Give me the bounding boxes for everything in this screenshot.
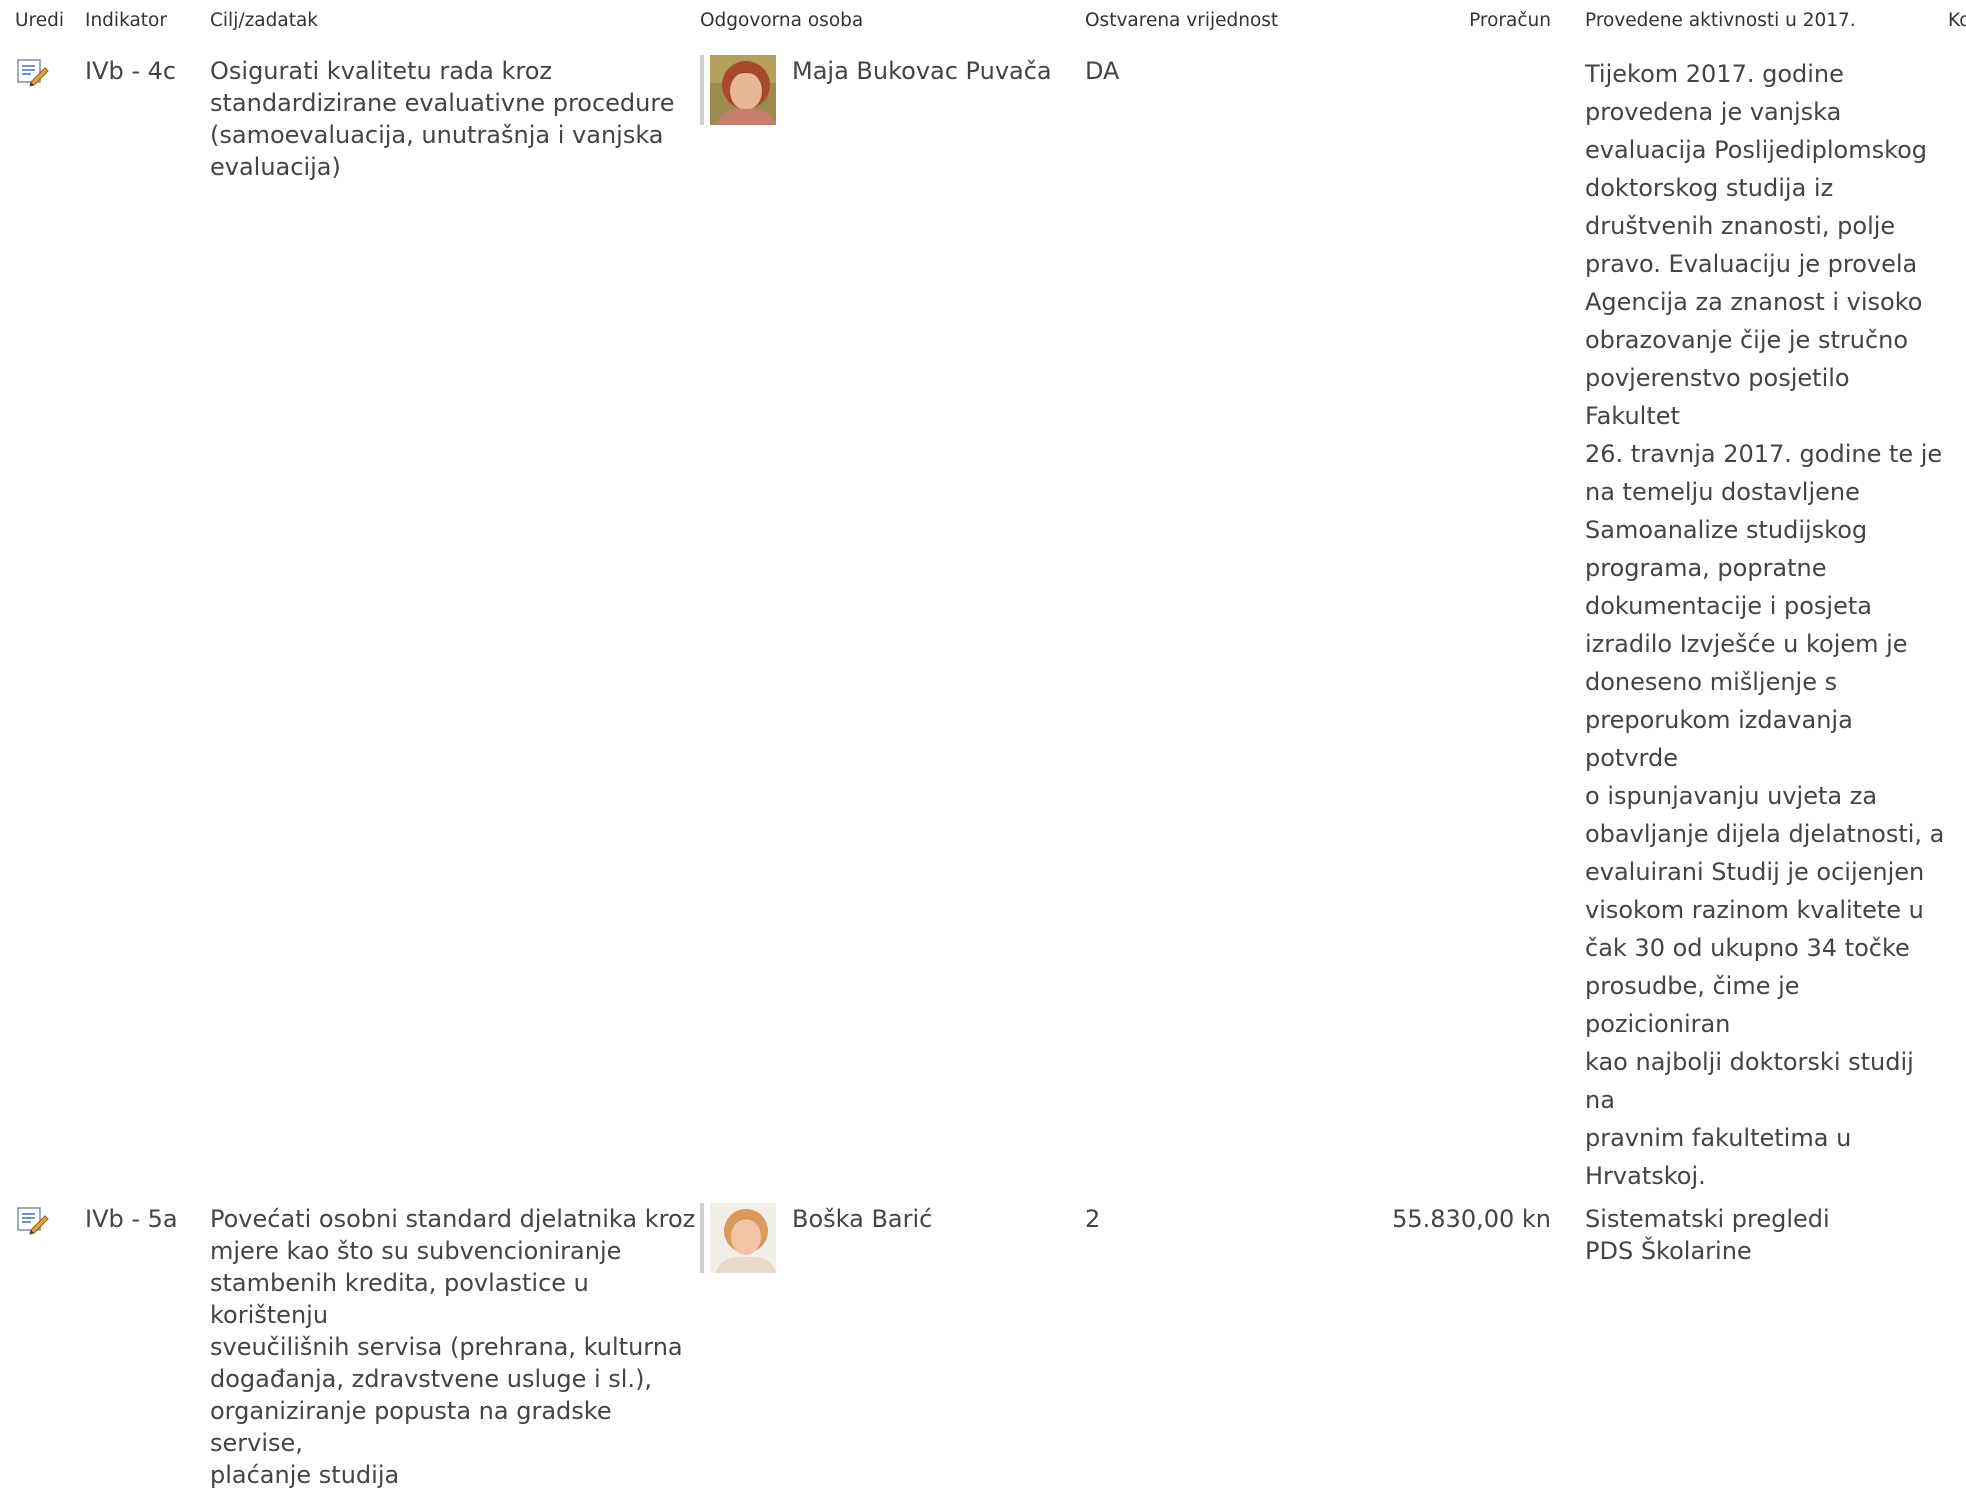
avatar[interactable] — [700, 55, 776, 125]
aktivnosti-line: pravo. Evaluaciju je provela — [1585, 250, 1918, 278]
aktivnosti-line: preporukom izdavanja potvrde — [1585, 706, 1853, 772]
cilj-cell: Osigurati kvalitetu rada kroz standardiz… — [210, 45, 700, 1195]
cilj-line: stambenih kredita, povlastice u korišten… — [210, 1269, 589, 1329]
proracun-cell: 55.830,00 kn — [1392, 1205, 1551, 1233]
aktivnosti-line: prosudbe, čime je pozicioniran — [1585, 972, 1800, 1038]
aktivnosti-line: Samoanalize studijskog — [1585, 516, 1868, 544]
column-header-aktivnosti[interactable]: Provedene aktivnosti u 2017. — [1585, 0, 1948, 45]
aktivnosti-line: obrazovanje čije je stručno — [1585, 326, 1909, 354]
ostvarena-vrijednost-cell: 2 — [1085, 1205, 1101, 1233]
table-row: IVb - 4c Osigurati kvalitetu rada kroz s… — [0, 45, 1966, 1195]
aktivnosti-line: programa, popratne — [1585, 554, 1827, 582]
aktivnosti-line: obavljanje dijela djelatnosti, a — [1585, 820, 1945, 848]
aktivnosti-line: PDS Školarine — [1585, 1237, 1752, 1265]
aktivnosti-line: društvenih znanosti, polje — [1585, 212, 1896, 240]
edit-document-icon[interactable] — [15, 57, 51, 87]
aktivnosti-line: doktorskog studija iz — [1585, 174, 1834, 202]
edit-cell — [0, 1195, 85, 1491]
person-name-link[interactable]: Boška Barić — [792, 1203, 932, 1235]
aktivnosti-line: kao najbolji doktorski studij na — [1585, 1048, 1914, 1114]
aktivnosti-cell: Sistematski pregledi PDS Školarine — [1585, 1195, 1948, 1491]
aktivnosti-line: Tijekom 2017. godine — [1585, 60, 1844, 88]
proracun-cell — [1330, 45, 1585, 1195]
aktivnosti-line: provedena je vanjska — [1585, 98, 1842, 126]
cilj-line: standardizirane evaluativne procedure — [210, 89, 675, 117]
column-header-odgovorna-osoba[interactable]: Odgovorna osoba — [700, 0, 1085, 45]
aktivnosti-line: evaluacija Poslijediplomskog — [1585, 136, 1928, 164]
indikator-cell: IVb - 5a — [85, 1205, 178, 1233]
aktivnosti-line: povjerenstvo posjetilo Fakultet — [1585, 364, 1850, 430]
aktivnosti-line: 26. travnja 2017. godine te je — [1585, 440, 1943, 468]
column-header-cilj[interactable]: Cilj/zadatak — [210, 0, 700, 45]
aktivnosti-line: Agencija za znanost i visoko — [1585, 288, 1923, 316]
odgovorna-osoba-cell: Boška Barić — [700, 1195, 1085, 1491]
edit-document-icon[interactable] — [15, 1205, 51, 1235]
aktivnosti-line: Hrvatskoj. — [1585, 1162, 1706, 1190]
ostvarena-vrijednost-cell: DA — [1085, 57, 1120, 85]
aktivnosti-line: čak 30 od ukupno 34 točke — [1585, 934, 1910, 962]
komentar-cell — [1948, 1195, 1966, 1491]
aktivnosti-line: doneseno mišljenje s — [1585, 668, 1838, 696]
aktivnosti-line: evaluirani Studij je ocijenjen — [1585, 858, 1925, 886]
aktivnosti-line: o ispunjavanju uvjeta za — [1585, 782, 1878, 810]
avatar[interactable] — [700, 1203, 776, 1273]
cilj-line: Povećati osobni standard djelatnika kroz — [210, 1205, 696, 1233]
person-name-link[interactable]: Maja Bukovac Puvača — [792, 55, 1052, 87]
cilj-line: Osigurati kvalitetu rada kroz — [210, 57, 553, 85]
aktivnosti-line: Sistematski pregledi — [1585, 1205, 1830, 1233]
odgovorna-osoba-cell: Maja Bukovac Puvača — [700, 45, 1085, 1195]
cilj-line: plaćanje studija — [210, 1461, 400, 1489]
cilj-line: evaluacija) — [210, 153, 341, 181]
aktivnosti-line: izradilo Izvješće u kojem je — [1585, 630, 1908, 658]
cilj-cell: Povećati osobni standard djelatnika kroz… — [210, 1195, 700, 1491]
indicator-list-table: Uredi Indikator Cilj/zadatak Odgovorna o… — [0, 0, 1966, 1491]
edit-cell — [0, 45, 85, 1195]
column-header-uredi[interactable]: Uredi — [0, 0, 85, 45]
aktivnosti-line: visokom razinom kvalitete u — [1585, 896, 1924, 924]
table-row: IVb - 5a Povećati osobni standard djelat… — [0, 1195, 1966, 1491]
indikator-cell: IVb - 4c — [85, 57, 177, 85]
komentar-cell — [1948, 45, 1966, 1195]
column-header-ostvarena-vrijednost[interactable]: Ostvarena vrijednost — [1085, 0, 1330, 45]
cilj-line: organiziranje popusta na gradske servise… — [210, 1397, 612, 1457]
cilj-line: događanja, zdravstvene usluge i sl.), — [210, 1365, 653, 1393]
cilj-line: sveučilišnih servisa (prehrana, kulturna — [210, 1333, 683, 1361]
column-header-komentar[interactable]: Komentar — [1948, 0, 1966, 45]
table-header-row: Uredi Indikator Cilj/zadatak Odgovorna o… — [0, 0, 1966, 45]
column-header-indikator[interactable]: Indikator — [85, 0, 210, 45]
aktivnosti-line: na temelju dostavljene — [1585, 478, 1860, 506]
cilj-line: (samoevaluacija, unutrašnja i vanjska — [210, 121, 664, 149]
aktivnosti-line: dokumentacije i posjeta — [1585, 592, 1872, 620]
cilj-line: mjere kao što su subvencioniranje — [210, 1237, 622, 1265]
aktivnosti-cell: Tijekom 2017. godine provedena je vanjsk… — [1585, 45, 1948, 1195]
column-header-proracun[interactable]: Proračun — [1330, 0, 1585, 45]
aktivnosti-line: pravnim fakultetima u — [1585, 1124, 1852, 1152]
